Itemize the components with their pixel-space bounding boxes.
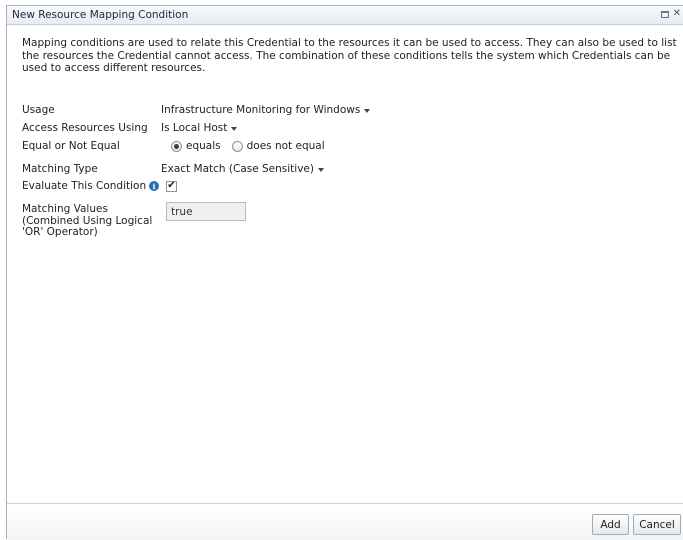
usage-label: Usage <box>22 104 55 116</box>
matching-values-field-wrap: true <box>166 202 246 221</box>
matching-values-label-line1: Matching Values <box>22 203 108 215</box>
add-button[interactable]: Add <box>592 514 629 535</box>
resource-mapping-dialog: New Resource Mapping Condition ✕ Mapping… <box>6 5 683 540</box>
equal-options: equals does not equal <box>171 140 325 152</box>
evaluate-checkbox[interactable]: ✔ <box>166 180 177 192</box>
close-icon[interactable]: ✕ <box>673 9 681 19</box>
equals-option-label[interactable]: equals <box>186 140 221 152</box>
access-value: Is Local Host <box>161 122 228 134</box>
usage-row: Usage Infrastructure Monitoring for Wind… <box>22 104 371 116</box>
info-icon[interactable]: i <box>149 181 160 191</box>
access-row: Access Resources Using Is Local Host <box>22 122 238 134</box>
access-label: Access Resources Using <box>22 122 148 134</box>
chevron-down-icon <box>231 126 238 131</box>
chevron-down-icon <box>318 167 324 172</box>
equal-label: Equal or Not Equal <box>22 140 120 152</box>
dialog-description: Mapping conditions are used to relate th… <box>22 37 677 74</box>
not-equal-radio[interactable] <box>231 140 243 152</box>
matching-values-input[interactable]: true <box>166 202 246 221</box>
matching-type-row: Matching Type Exact Match (Case Sensitiv… <box>22 163 324 175</box>
evaluate-checkbox-wrap: ✔ <box>166 180 177 192</box>
matching-type-dropdown[interactable]: Exact Match (Case Sensitive) <box>161 163 324 175</box>
dialog-title: New Resource Mapping Condition <box>12 9 189 21</box>
evaluate-row: Evaluate This Condition i ✔ <box>22 180 177 192</box>
matching-type-value: Exact Match (Case Sensitive) <box>161 163 314 175</box>
matching-type-label: Matching Type <box>22 163 98 175</box>
dialog-titlebar: New Resource Mapping Condition ✕ <box>7 6 683 25</box>
dialog-footer: Add Cancel <box>7 503 683 540</box>
not-equal-option-label[interactable]: does not equal <box>247 140 325 152</box>
chevron-down-icon <box>364 108 371 113</box>
window-controls: ✕ <box>660 9 681 19</box>
evaluate-label: Evaluate This Condition <box>22 180 147 192</box>
access-dropdown[interactable]: Is Local Host <box>161 122 238 134</box>
usage-dropdown[interactable]: Infrastructure Monitoring for Windows <box>161 104 371 116</box>
cancel-button[interactable]: Cancel <box>633 514 681 535</box>
matching-values-row: Matching Values (Combined Using Logical … <box>22 202 246 239</box>
equal-row: Equal or Not Equal equals does not equal <box>22 140 325 152</box>
matching-values-label-line3: 'OR' Operator) <box>22 226 98 238</box>
equals-radio[interactable] <box>171 140 182 152</box>
matching-values-label: Matching Values (Combined Using Logical … <box>22 203 160 239</box>
usage-value: Infrastructure Monitoring for Windows <box>161 104 361 116</box>
maximize-icon[interactable] <box>660 10 669 18</box>
matching-values-label-line2: (Combined Using Logical <box>22 214 153 227</box>
